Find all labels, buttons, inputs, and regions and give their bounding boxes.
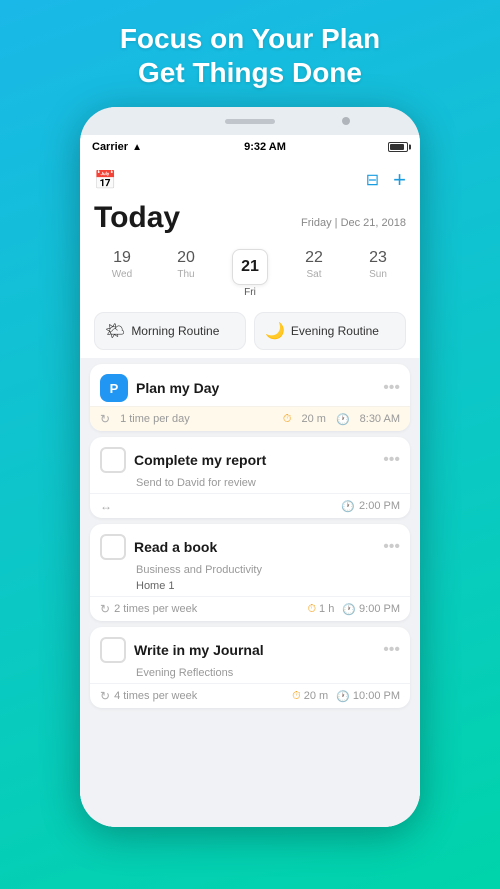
carrier-label: Carrier (92, 141, 128, 153)
report-more-icon[interactable]: ••• (383, 451, 400, 469)
book-checkbox[interactable] (100, 534, 126, 560)
cal-name: Fri (244, 287, 256, 298)
today-label: Today (94, 201, 180, 235)
book-time: 9:00 PM (359, 603, 400, 615)
cal-name: Sun (369, 269, 387, 280)
app-content: 📅 ⊟ + Today Friday | Dec 21, 2018 19 Wed… (80, 159, 420, 827)
add-button[interactable]: + (393, 167, 406, 193)
book-time-icon: 🕐 (342, 603, 356, 616)
plan-badge: P (100, 374, 128, 402)
cal-num: 19 (113, 249, 131, 267)
today-header: Today Friday | Dec 21, 2018 (80, 197, 420, 243)
report-time-icon: 🕐 (341, 500, 355, 513)
task-card-plan: P Plan my Day ••• ↻ 1 time per day ⏱ 20 … (90, 364, 410, 431)
cal-day-sat[interactable]: 22 Sat (292, 249, 336, 298)
cal-num: 20 (177, 249, 195, 267)
book-frequency: 2 times per week (114, 603, 197, 615)
wifi-icon: ▲ (132, 142, 142, 153)
cal-num: 21 (232, 249, 268, 285)
book-tag: Home 1 (90, 580, 410, 596)
journal-time: 10:00 PM (353, 690, 400, 702)
cal-name: Sat (306, 269, 321, 280)
filter-icon[interactable]: ⊟ (366, 170, 379, 190)
calendar-strip: 19 Wed 20 Thu 21 Fri 22 Sat 23 Sun (80, 243, 420, 304)
journal-repeat-icon: ↻ (100, 689, 110, 703)
date-label: Friday | Dec 21, 2018 (301, 217, 406, 235)
plan-more-icon[interactable]: ••• (383, 379, 400, 397)
journal-more-icon[interactable]: ••• (383, 641, 400, 659)
cal-day-thu[interactable]: 20 Thu (164, 249, 208, 298)
plan-duration-icon: ⏱ (283, 413, 292, 426)
task-card-journal: Write in my Journal ••• Evening Reflecti… (90, 627, 410, 708)
evening-routine-label: Evening Routine (291, 324, 379, 338)
calendar-icon[interactable]: 📅 (94, 170, 116, 191)
phone-camera (342, 117, 350, 125)
header-line2: Get Things Done (138, 57, 362, 88)
morning-routine-label: Morning Routine (131, 324, 219, 338)
book-more-icon[interactable]: ••• (383, 538, 400, 556)
battery-icon (388, 142, 408, 152)
status-time: 9:32 AM (244, 141, 286, 153)
book-repeat-icon: ↻ (100, 602, 110, 616)
task-card-book: Read a book ••• Business and Productivit… (90, 524, 410, 621)
status-bar: Carrier ▲ 9:32 AM (80, 135, 420, 159)
task-card-report: Complete my report ••• Send to David for… (90, 437, 410, 518)
cal-day-sun[interactable]: 23 Sun (356, 249, 400, 298)
plan-frequency: 1 time per day (120, 413, 190, 425)
plan-repeat-icon: ↻ (100, 412, 110, 426)
report-title: Complete my report (134, 452, 375, 468)
toolbar: 📅 ⊟ + (80, 159, 420, 197)
journal-checkbox[interactable] (100, 637, 126, 663)
cal-day-wed[interactable]: 19 Wed (100, 249, 144, 298)
journal-time-icon: 🕐 (336, 690, 350, 703)
phone-top-bar (80, 107, 420, 135)
plan-time: 8:30 AM (360, 413, 400, 425)
plan-meta: ↻ 1 time per day ⏱ 20 m 🕐 8:30 AM (90, 406, 410, 431)
plan-time-icon: 🕐 (336, 413, 350, 426)
journal-frequency: 4 times per week (114, 690, 197, 702)
routine-buttons: 🌤 Morning Routine 🌙 Evening Routine (80, 304, 420, 358)
report-checkbox[interactable] (100, 447, 126, 473)
phone-wrapper: Carrier ▲ 9:32 AM 📅 ⊟ + Today Friday | D… (80, 107, 420, 827)
book-subtitle: Business and Productivity (90, 564, 410, 580)
plan-title: Plan my Day (136, 380, 375, 396)
book-duration: 1 h (319, 603, 334, 615)
report-subtitle: Send to David for review (90, 477, 410, 493)
report-arrow-icon: ↔ (100, 499, 112, 513)
header-text: Focus on Your Plan Get Things Done (120, 22, 380, 89)
cal-name: Thu (177, 269, 194, 280)
report-time: 2:00 PM (359, 500, 400, 512)
cal-num: 22 (305, 249, 323, 267)
plan-duration: 20 m (301, 413, 325, 425)
journal-meta: ↻ 4 times per week ⏱ 20 m 🕐 10:00 PM (90, 683, 410, 708)
journal-title: Write in my Journal (134, 642, 375, 658)
book-meta: ↻ 2 times per week ⏱ 1 h 🕐 9:00 PM (90, 596, 410, 621)
journal-duration-icon: ⏱ (292, 690, 301, 703)
evening-routine-button[interactable]: 🌙 Evening Routine (254, 312, 406, 350)
cal-num: 23 (369, 249, 387, 267)
journal-subtitle: Evening Reflections (90, 667, 410, 683)
morning-icon: 🌤 (105, 321, 125, 341)
evening-icon: 🌙 (265, 321, 285, 341)
cal-day-fri[interactable]: 21 Fri (228, 249, 272, 298)
cal-name: Wed (112, 269, 132, 280)
header-line1: Focus on Your Plan (120, 23, 380, 54)
report-meta: ↔ 🕐 2:00 PM (90, 493, 410, 518)
morning-routine-button[interactable]: 🌤 Morning Routine (94, 312, 246, 350)
journal-duration: 20 m (304, 690, 328, 702)
phone-speaker (225, 119, 275, 124)
book-title: Read a book (134, 539, 375, 555)
book-duration-icon: ⏱ (307, 603, 316, 616)
tasks-list: P Plan my Day ••• ↻ 1 time per day ⏱ 20 … (80, 358, 420, 827)
